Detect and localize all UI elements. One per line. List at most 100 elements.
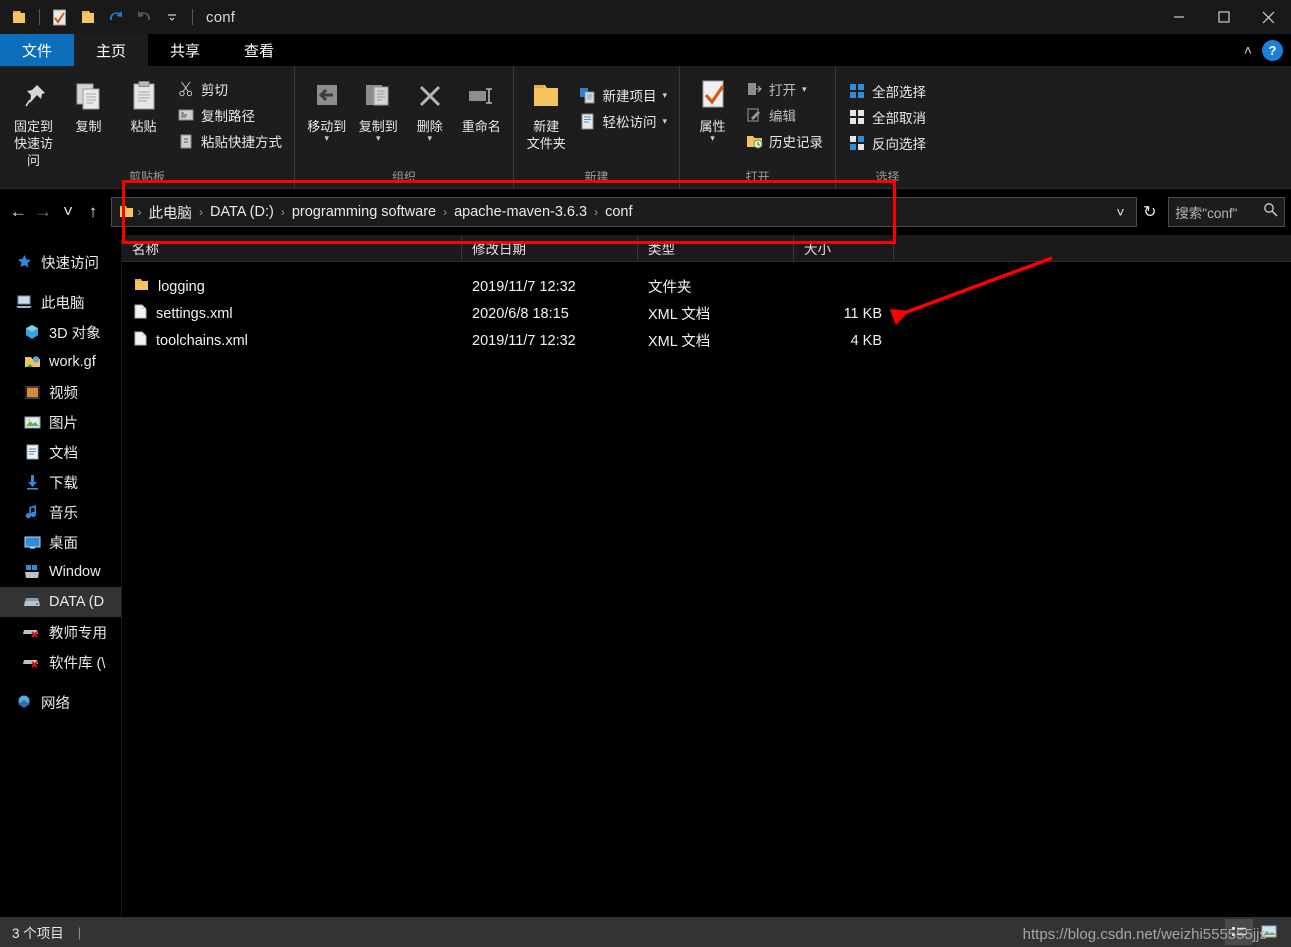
maximize-button[interactable] (1201, 0, 1246, 34)
new-folder-icon[interactable] (75, 4, 101, 30)
move-to-button[interactable]: 移动到 ▾ (301, 72, 353, 144)
history-icon (745, 132, 763, 150)
easy-access-button[interactable]: 轻松访问 ▾ (572, 108, 673, 134)
customize-qat-icon[interactable] (159, 4, 185, 30)
open-caret-icon[interactable]: ▾ (802, 84, 807, 95)
column-header-size[interactable]: 大小 (794, 235, 894, 261)
sidebar-item-desktop[interactable]: 桌面 (0, 527, 121, 557)
search-input[interactable]: 搜索"conf" (1175, 202, 1259, 222)
table-row[interactable]: logging 2019/11/7 12:32 文件夹 (122, 273, 1291, 300)
rename-button[interactable]: 重命名 (456, 72, 508, 135)
tab-file[interactable]: 文件 (0, 34, 75, 66)
paste-label: 粘贴 (130, 119, 157, 134)
easy-access-caret-icon[interactable]: ▾ (662, 116, 667, 127)
paste-button[interactable]: 粘贴 (116, 72, 171, 135)
videos-icon (22, 383, 42, 401)
file-name-cell[interactable]: toolchains.xml (122, 327, 462, 354)
sidebar-item-music[interactable]: 音乐 (0, 497, 121, 527)
breadcrumb-item-4[interactable]: conf (599, 204, 638, 220)
network-icon (14, 693, 34, 711)
collapse-ribbon-icon[interactable]: ˄ (1244, 42, 1252, 58)
breadcrumb-item-3[interactable]: apache-maven-3.6.3 (448, 204, 593, 220)
window-title: conf (206, 8, 236, 26)
tab-share[interactable]: 共享 (148, 34, 222, 66)
status-bar: 3 个项目 | https://blog.csdn.net/weizhi5555… (0, 916, 1291, 947)
move-to-caret-icon[interactable]: ▾ (324, 133, 329, 144)
open-icon (745, 80, 763, 98)
delete-button[interactable]: 删除 ▾ (404, 72, 456, 144)
sidebar-item-network[interactable]: 网络 (0, 687, 121, 717)
sidebar-item-pictures[interactable]: 图片 (0, 407, 121, 437)
sidebar-item-quick-access[interactable]: 快速访问 (0, 247, 121, 277)
paste-shortcut-button[interactable]: 粘贴快捷方式 (171, 128, 288, 154)
table-row[interactable]: toolchains.xml 2019/11/7 12:32 XML 文档 4 … (122, 327, 1291, 354)
breadcrumb-item-2[interactable]: programming software (286, 204, 442, 220)
sidebar-item-teacher-share[interactable]: 教师专用 (0, 617, 121, 647)
select-none-button[interactable]: 全部取消 (842, 104, 932, 130)
tab-view[interactable]: 查看 (222, 34, 296, 66)
delete-caret-icon[interactable]: ▾ (427, 133, 432, 144)
sidebar-label-data-drive: DATA (D (49, 594, 105, 610)
copy-to-button[interactable]: 复制到 ▾ (353, 72, 405, 144)
sidebar-item-windows-drive[interactable]: Window (0, 557, 121, 587)
large-icons-view-icon[interactable] (1255, 919, 1283, 945)
rename-icon (465, 76, 497, 116)
up-button[interactable]: ↑ (81, 197, 106, 227)
refresh-button[interactable]: ↻ (1137, 197, 1162, 227)
new-item-caret-icon[interactable]: ▾ (662, 90, 667, 101)
new-item-button[interactable]: 新建项目 ▾ (572, 82, 673, 108)
recent-locations-button[interactable]: ˅ (56, 197, 81, 227)
cut-button[interactable]: 剪切 (171, 76, 288, 102)
column-header-type[interactable]: 类型 (638, 235, 794, 261)
column-header-name[interactable]: 名称 (122, 235, 462, 261)
address-bar-row: ← → ˅ ↑ › 此电脑 › DATA (D:) › programming … (0, 189, 1291, 235)
edit-button[interactable]: 编辑 (739, 102, 829, 128)
address-bar[interactable]: › 此电脑 › DATA (D:) › programming software… (111, 197, 1138, 227)
address-dropdown-icon[interactable]: ˅ (1108, 197, 1132, 227)
sidebar-item-downloads[interactable]: 下载 (0, 467, 121, 497)
main-content: 快速访问 此电脑 3D 对象 work.gf 视频 图片 文档 下载 音乐 桌面… (0, 235, 1291, 917)
search-box[interactable]: 搜索"conf" (1168, 197, 1286, 227)
properties-caret-icon[interactable]: ▾ (710, 133, 715, 144)
copy-to-caret-icon[interactable]: ▾ (376, 133, 381, 144)
pin-to-quick-access-button[interactable]: 固定到 快速访问 (6, 72, 61, 169)
properties-icon[interactable] (47, 4, 73, 30)
redo-icon[interactable] (131, 4, 157, 30)
downloads-icon (22, 473, 42, 491)
copy-button[interactable]: 复制 (61, 72, 116, 135)
minimize-button[interactable] (1156, 0, 1201, 34)
invert-selection-label: 反向选择 (872, 137, 926, 152)
new-small-buttons: 新建项目 ▾ 轻松访问 ▾ (572, 72, 673, 134)
breadcrumb-item-1[interactable]: DATA (D:) (204, 204, 280, 220)
undo-icon[interactable] (103, 4, 129, 30)
file-list-pane: 名称 修改日期 类型 大小 logging 2019/11/7 12:32 文件… (122, 235, 1291, 917)
cut-label: 剪切 (201, 83, 228, 98)
back-button[interactable]: ← (6, 197, 31, 227)
select-all-button[interactable]: 全部选择 (842, 78, 932, 104)
sidebar-item-this-pc[interactable]: 此电脑 (0, 287, 121, 317)
table-row[interactable]: settings.xml 2020/6/8 18:15 XML 文档 11 KB (122, 300, 1291, 327)
file-name-cell[interactable]: logging (122, 273, 462, 300)
properties-button[interactable]: 属性 ▾ (686, 72, 739, 144)
sidebar-item-videos[interactable]: 视频 (0, 377, 121, 407)
tab-home[interactable]: 主页 (74, 34, 149, 66)
file-name-cell[interactable]: settings.xml (122, 300, 462, 327)
open-button[interactable]: 打开 ▾ (739, 76, 829, 102)
help-button[interactable]: ? (1262, 39, 1283, 61)
history-button[interactable]: 历史记录 (739, 128, 829, 154)
close-button[interactable] (1246, 0, 1291, 34)
sidebar-label-desktop: 桌面 (49, 535, 78, 552)
sidebar-item-work-gf[interactable]: work.gf (0, 347, 121, 377)
sidebar-item-data-drive[interactable]: DATA (D (0, 587, 121, 617)
details-view-icon[interactable] (1225, 919, 1253, 945)
sidebar-item-documents[interactable]: 文档 (0, 437, 121, 467)
column-header-date[interactable]: 修改日期 (462, 235, 638, 261)
new-folder-button[interactable]: 新建 文件夹 (520, 72, 572, 152)
invert-selection-button[interactable]: 反向选择 (842, 130, 932, 156)
sidebar-item-3d-objects[interactable]: 3D 对象 (0, 317, 121, 347)
folder-icon[interactable] (6, 4, 32, 30)
breadcrumb-item-0[interactable]: 此电脑 (142, 202, 198, 223)
sidebar-item-software-share[interactable]: 软件库 (\ (0, 647, 121, 677)
copy-path-button[interactable]: 复制路径 (171, 102, 288, 128)
forward-button[interactable]: → (31, 197, 56, 227)
